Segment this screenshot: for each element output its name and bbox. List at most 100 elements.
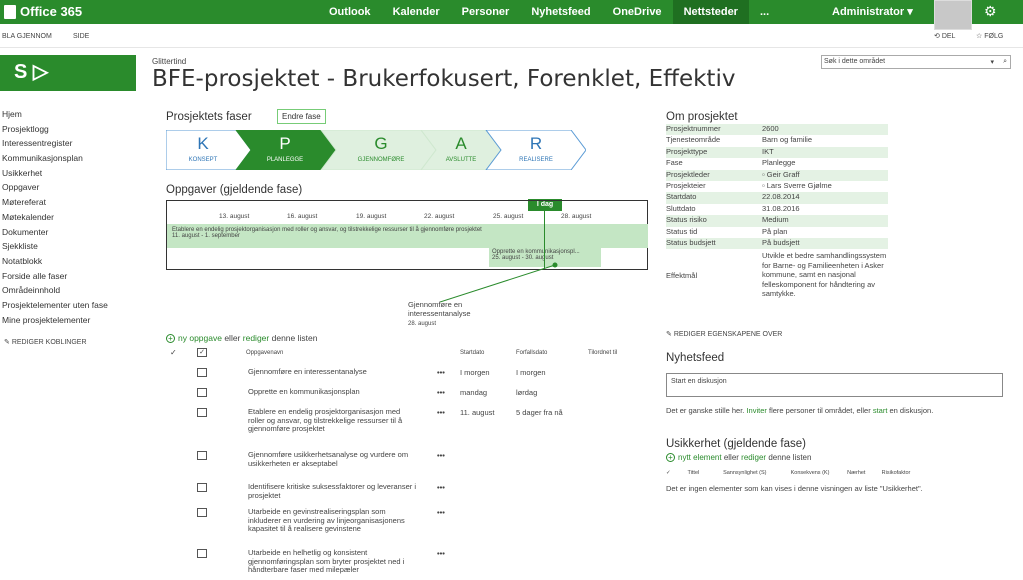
more-icon[interactable]: ••• bbox=[437, 508, 445, 517]
task-name[interactable]: Identifisere kritiske suksessfaktorer og… bbox=[248, 482, 418, 500]
property-row: Sluttdato 31.08.2016 bbox=[666, 204, 888, 215]
col-tilordnet[interactable]: Tilordnet til bbox=[588, 350, 617, 356]
nav-item-motereferat[interactable]: Møtereferat bbox=[2, 197, 108, 212]
nav-item-sjekkliste[interactable]: Sjekkliste bbox=[2, 241, 108, 256]
col-risikofaktor[interactable]: Risikofaktor bbox=[882, 470, 911, 476]
new-task-button[interactable]: ny oppgave bbox=[178, 333, 222, 343]
gear-icon[interactable]: ⚙ bbox=[984, 3, 997, 20]
phase-bar: K KONSEPT P PLANLEGGE G GJENNOMFØRE A AVSLUT… bbox=[166, 130, 586, 170]
nav-item-oppgaver[interactable]: Oppgaver bbox=[2, 182, 108, 197]
phase-gjennomfore[interactable]: G GJENNOMFØRE bbox=[336, 130, 426, 170]
row-checkbox[interactable] bbox=[197, 549, 207, 558]
checkmark-icon: ✓ bbox=[170, 348, 177, 357]
share-button[interactable]: ⟲ DEL bbox=[934, 32, 955, 40]
nav-kalender[interactable]: Kalender bbox=[382, 0, 451, 24]
more-icon[interactable]: ••• bbox=[437, 549, 445, 558]
tab-page[interactable]: SIDE bbox=[73, 33, 89, 40]
phase-avslutte[interactable]: A AVSLUTTE bbox=[431, 130, 491, 170]
nav-item-hjem[interactable]: Hjem bbox=[2, 109, 108, 124]
nav-item-motekalender[interactable]: Møtekalender bbox=[2, 212, 108, 227]
start-link[interactable]: start bbox=[873, 406, 888, 415]
col-forfallsdato[interactable]: Forfallsdato bbox=[516, 350, 547, 356]
task-name[interactable]: Gjennomføre en interessentanalyse bbox=[248, 367, 418, 377]
suite-bar: Office 365 Outlook Kalender Personer Nyh… bbox=[0, 0, 1023, 30]
phase-name: PLANLEGGE bbox=[266, 157, 304, 163]
person-field[interactable]: ▫ Geir Graff bbox=[762, 170, 888, 181]
edit-list-link[interactable]: rediger bbox=[243, 333, 269, 343]
site-name[interactable]: Glittertind bbox=[152, 57, 186, 66]
chevron-down-icon[interactable]: ▾ bbox=[990, 58, 994, 66]
col-konsekvens[interactable]: Konsekvens (K) bbox=[791, 470, 846, 476]
timeline-tick: 28. august bbox=[561, 213, 592, 220]
search-icon[interactable]: ⌕ bbox=[1003, 58, 1007, 66]
phases-title: Prosjektets faser bbox=[166, 111, 252, 123]
phase-konsept[interactable]: K KONSEPT bbox=[178, 130, 228, 170]
row-checkbox[interactable] bbox=[197, 451, 207, 460]
nav-nettsteder[interactable]: Nettsteder bbox=[672, 0, 749, 24]
row-checkbox[interactable] bbox=[197, 508, 207, 517]
or-text: eller bbox=[723, 453, 739, 462]
search-input[interactable]: Søk i dette området ▾ ⌕ bbox=[821, 55, 1011, 69]
new-risk-button[interactable]: nytt element bbox=[678, 453, 722, 462]
phase-realisere[interactable]: R REALISERE bbox=[501, 130, 571, 170]
nav-outlook[interactable]: Outlook bbox=[318, 0, 382, 24]
edit-links-button[interactable]: ✎ REDIGER KOBLINGER bbox=[4, 338, 87, 346]
nav-item-prosjektlogg[interactable]: Prosjektlogg bbox=[2, 124, 108, 139]
nav-item-uten-fase[interactable]: Prosjektelementer uten fase bbox=[2, 300, 108, 315]
more-icon[interactable]: ••• bbox=[437, 388, 445, 397]
nav-item-interessentregister[interactable]: Interessentregister bbox=[2, 138, 108, 153]
more-icon[interactable]: ••• bbox=[437, 368, 445, 377]
row-checkbox[interactable] bbox=[197, 483, 207, 492]
task-name[interactable]: Opprette en kommunikasjonsplan bbox=[248, 387, 418, 397]
sharepoint-logo[interactable]: S ▷ bbox=[0, 55, 136, 91]
nav-nyhetsfeed[interactable]: Nyhetsfeed bbox=[520, 0, 601, 24]
edit-risk-link[interactable]: rediger bbox=[741, 453, 766, 462]
col-startdato[interactable]: Startdato bbox=[460, 350, 484, 356]
invite-link[interactable]: Inviter bbox=[746, 406, 766, 415]
more-icon[interactable]: ••• bbox=[437, 451, 445, 460]
nav-item-usikkerhet[interactable]: Usikkerhet bbox=[2, 168, 108, 183]
user-menu[interactable]: Administrator ▾ bbox=[832, 0, 913, 24]
col-naerhet[interactable]: Nærhet bbox=[847, 470, 880, 476]
property-row: Prosjekttype IKT bbox=[666, 146, 888, 159]
change-phase-button[interactable]: Endre fase bbox=[277, 109, 326, 124]
tab-browse[interactable]: BLA GJENNOM bbox=[2, 33, 52, 40]
row-checkbox[interactable] bbox=[197, 388, 207, 397]
nav-item-omradeinnhold[interactable]: Områdeinnhold bbox=[2, 285, 108, 300]
property-row: Startdato 22.08.2014 bbox=[666, 192, 888, 204]
nav-item-notatblokk[interactable]: Notatblokk bbox=[2, 256, 108, 271]
office365-logo[interactable]: Office 365 bbox=[4, 4, 82, 19]
today-line bbox=[544, 211, 545, 269]
plus-icon[interactable]: + bbox=[666, 453, 675, 462]
task-name[interactable]: Etablere en endelig prosjektorganisasjon… bbox=[248, 407, 418, 434]
person-field[interactable]: ▫ Lars Sverre Gjølme bbox=[762, 181, 888, 192]
risk-empty: Det er ingen elementer som kan vises i d… bbox=[666, 484, 923, 493]
col-oppgavenavn[interactable]: Oppgavenavn bbox=[246, 350, 283, 356]
nav-more[interactable]: ... bbox=[749, 0, 780, 24]
col-sannsynlighet[interactable]: Sannsynlighet (S) bbox=[723, 470, 789, 476]
follow-button[interactable]: ☆ FØLG bbox=[976, 32, 1003, 40]
nav-item-dokumenter[interactable]: Dokumenter bbox=[2, 227, 108, 242]
nav-personer[interactable]: Personer bbox=[451, 0, 521, 24]
milestone-callout[interactable]: Gjennomføre en interessentanalyse 28. aug… bbox=[408, 300, 498, 327]
select-all-checkbox[interactable]: ✓ bbox=[197, 348, 207, 357]
property-row: Tjenesteområde Barn og familie bbox=[666, 135, 888, 146]
nav-item-mine[interactable]: Mine prosjektelementer bbox=[2, 315, 108, 330]
nav-onedrive[interactable]: OneDrive bbox=[602, 0, 673, 24]
col-tittel[interactable]: Tittel bbox=[688, 470, 722, 476]
more-icon[interactable]: ••• bbox=[437, 408, 445, 417]
more-icon[interactable]: ••• bbox=[437, 483, 445, 492]
edit-properties-button[interactable]: ✎ REDIGER EGENSKAPENE OVER bbox=[666, 330, 782, 338]
task-name[interactable]: Utarbeide en gevinstrealiseringsplan som… bbox=[248, 507, 418, 534]
plus-icon[interactable]: + bbox=[166, 334, 175, 343]
task-name[interactable]: Gjennomføre usikkerhetsanalyse og vurder… bbox=[248, 450, 418, 468]
discussion-input[interactable]: Start en diskusjon bbox=[666, 373, 1003, 397]
task-name[interactable]: Utarbeide en helhetlig og konsistent gje… bbox=[248, 548, 418, 575]
row-checkbox[interactable] bbox=[197, 368, 207, 377]
phase-letter: G bbox=[374, 134, 388, 153]
nav-item-kommunikasjonsplan[interactable]: Kommunikasjonsplan bbox=[2, 153, 108, 168]
nav-item-forside[interactable]: Forside alle faser bbox=[2, 271, 108, 286]
phase-planlegge[interactable]: P PLANLEGGE bbox=[254, 130, 316, 170]
row-checkbox[interactable] bbox=[197, 408, 207, 417]
timeline-bar[interactable]: Etablere en endelig prosjektorganisasjon… bbox=[167, 224, 648, 248]
